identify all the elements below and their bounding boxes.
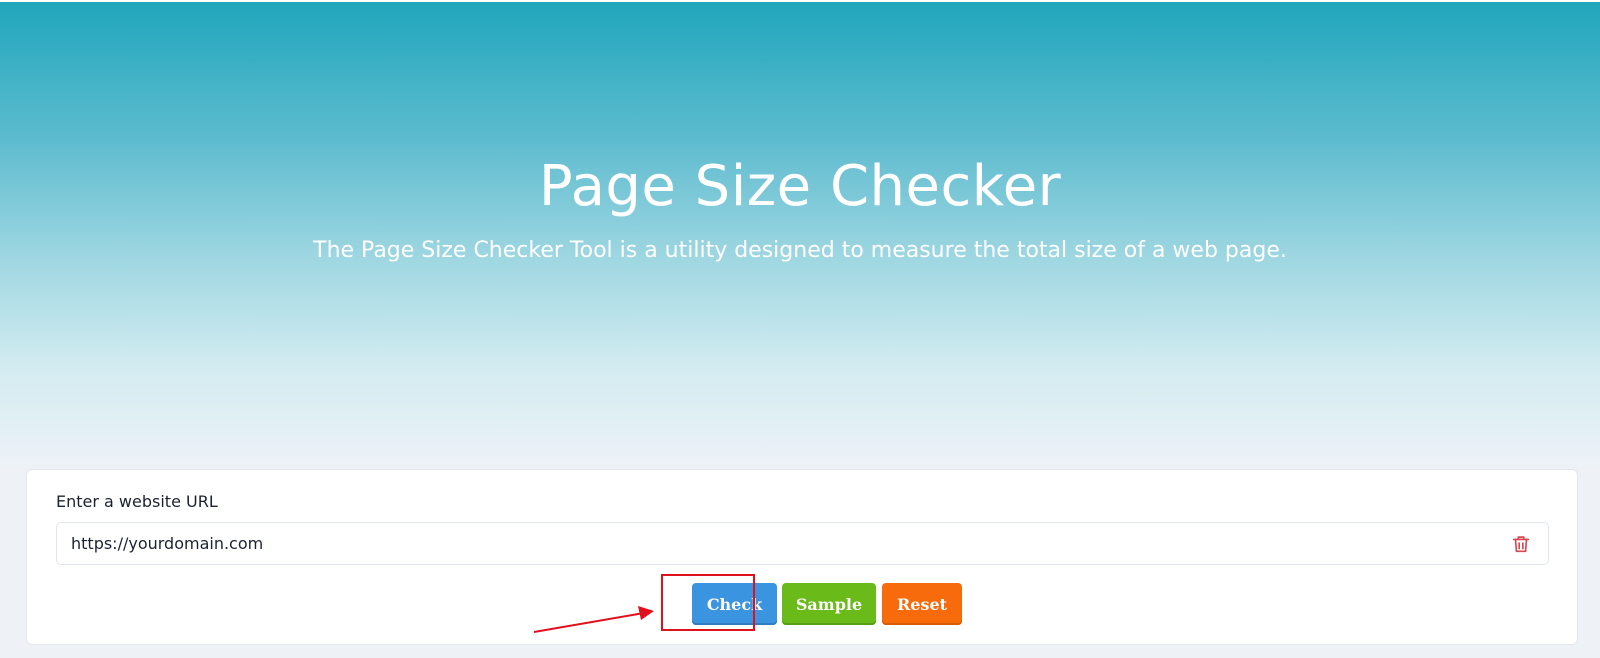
sample-button[interactable]: Sample xyxy=(782,583,876,625)
hero-banner: Page Size Checker The Page Size Checker … xyxy=(0,0,1600,470)
url-field-label: Enter a website URL xyxy=(56,492,218,511)
trash-icon[interactable] xyxy=(1510,533,1532,555)
url-input[interactable] xyxy=(71,523,1491,564)
check-button[interactable]: Check xyxy=(692,583,777,625)
page: Page Size Checker The Page Size Checker … xyxy=(0,0,1600,658)
url-input-container xyxy=(56,522,1549,565)
page-title: Page Size Checker xyxy=(538,154,1062,219)
reset-button[interactable]: Reset xyxy=(882,583,962,625)
page-subtitle: The Page Size Checker Tool is a utility … xyxy=(313,238,1287,263)
url-form-card: Enter a website URL Check Sample Reset xyxy=(26,469,1578,645)
